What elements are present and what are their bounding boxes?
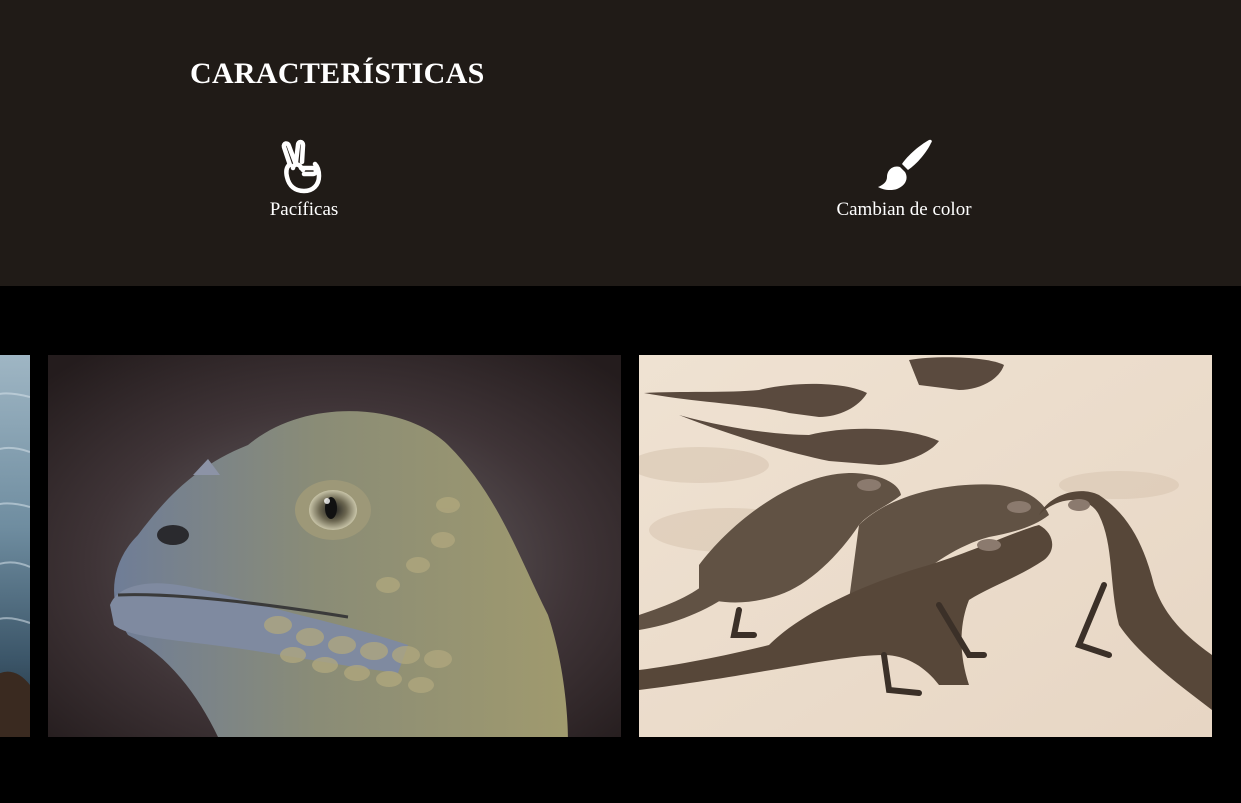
peace-hand-icon [281, 139, 322, 194]
feature-color-change: Cambian de color [784, 138, 1024, 222]
feature-peaceful: Pacíficas [184, 138, 424, 222]
ocean-partial-image[interactable] [0, 355, 30, 737]
feature-label-color-change: Cambian de color [836, 199, 972, 220]
iguana-closeup-image[interactable] [48, 355, 621, 737]
image-gallery[interactable] [0, 286, 1241, 803]
features-title: CARACTERÍSTICAS [190, 57, 485, 90]
paintbrush-icon [878, 139, 932, 191]
iguanas-on-beach-image[interactable] [639, 355, 1212, 737]
feature-label-peaceful: Pacíficas [269, 199, 339, 220]
features-section: CARACTERÍSTICAS Pacíficas Cambian de col… [0, 0, 1241, 286]
